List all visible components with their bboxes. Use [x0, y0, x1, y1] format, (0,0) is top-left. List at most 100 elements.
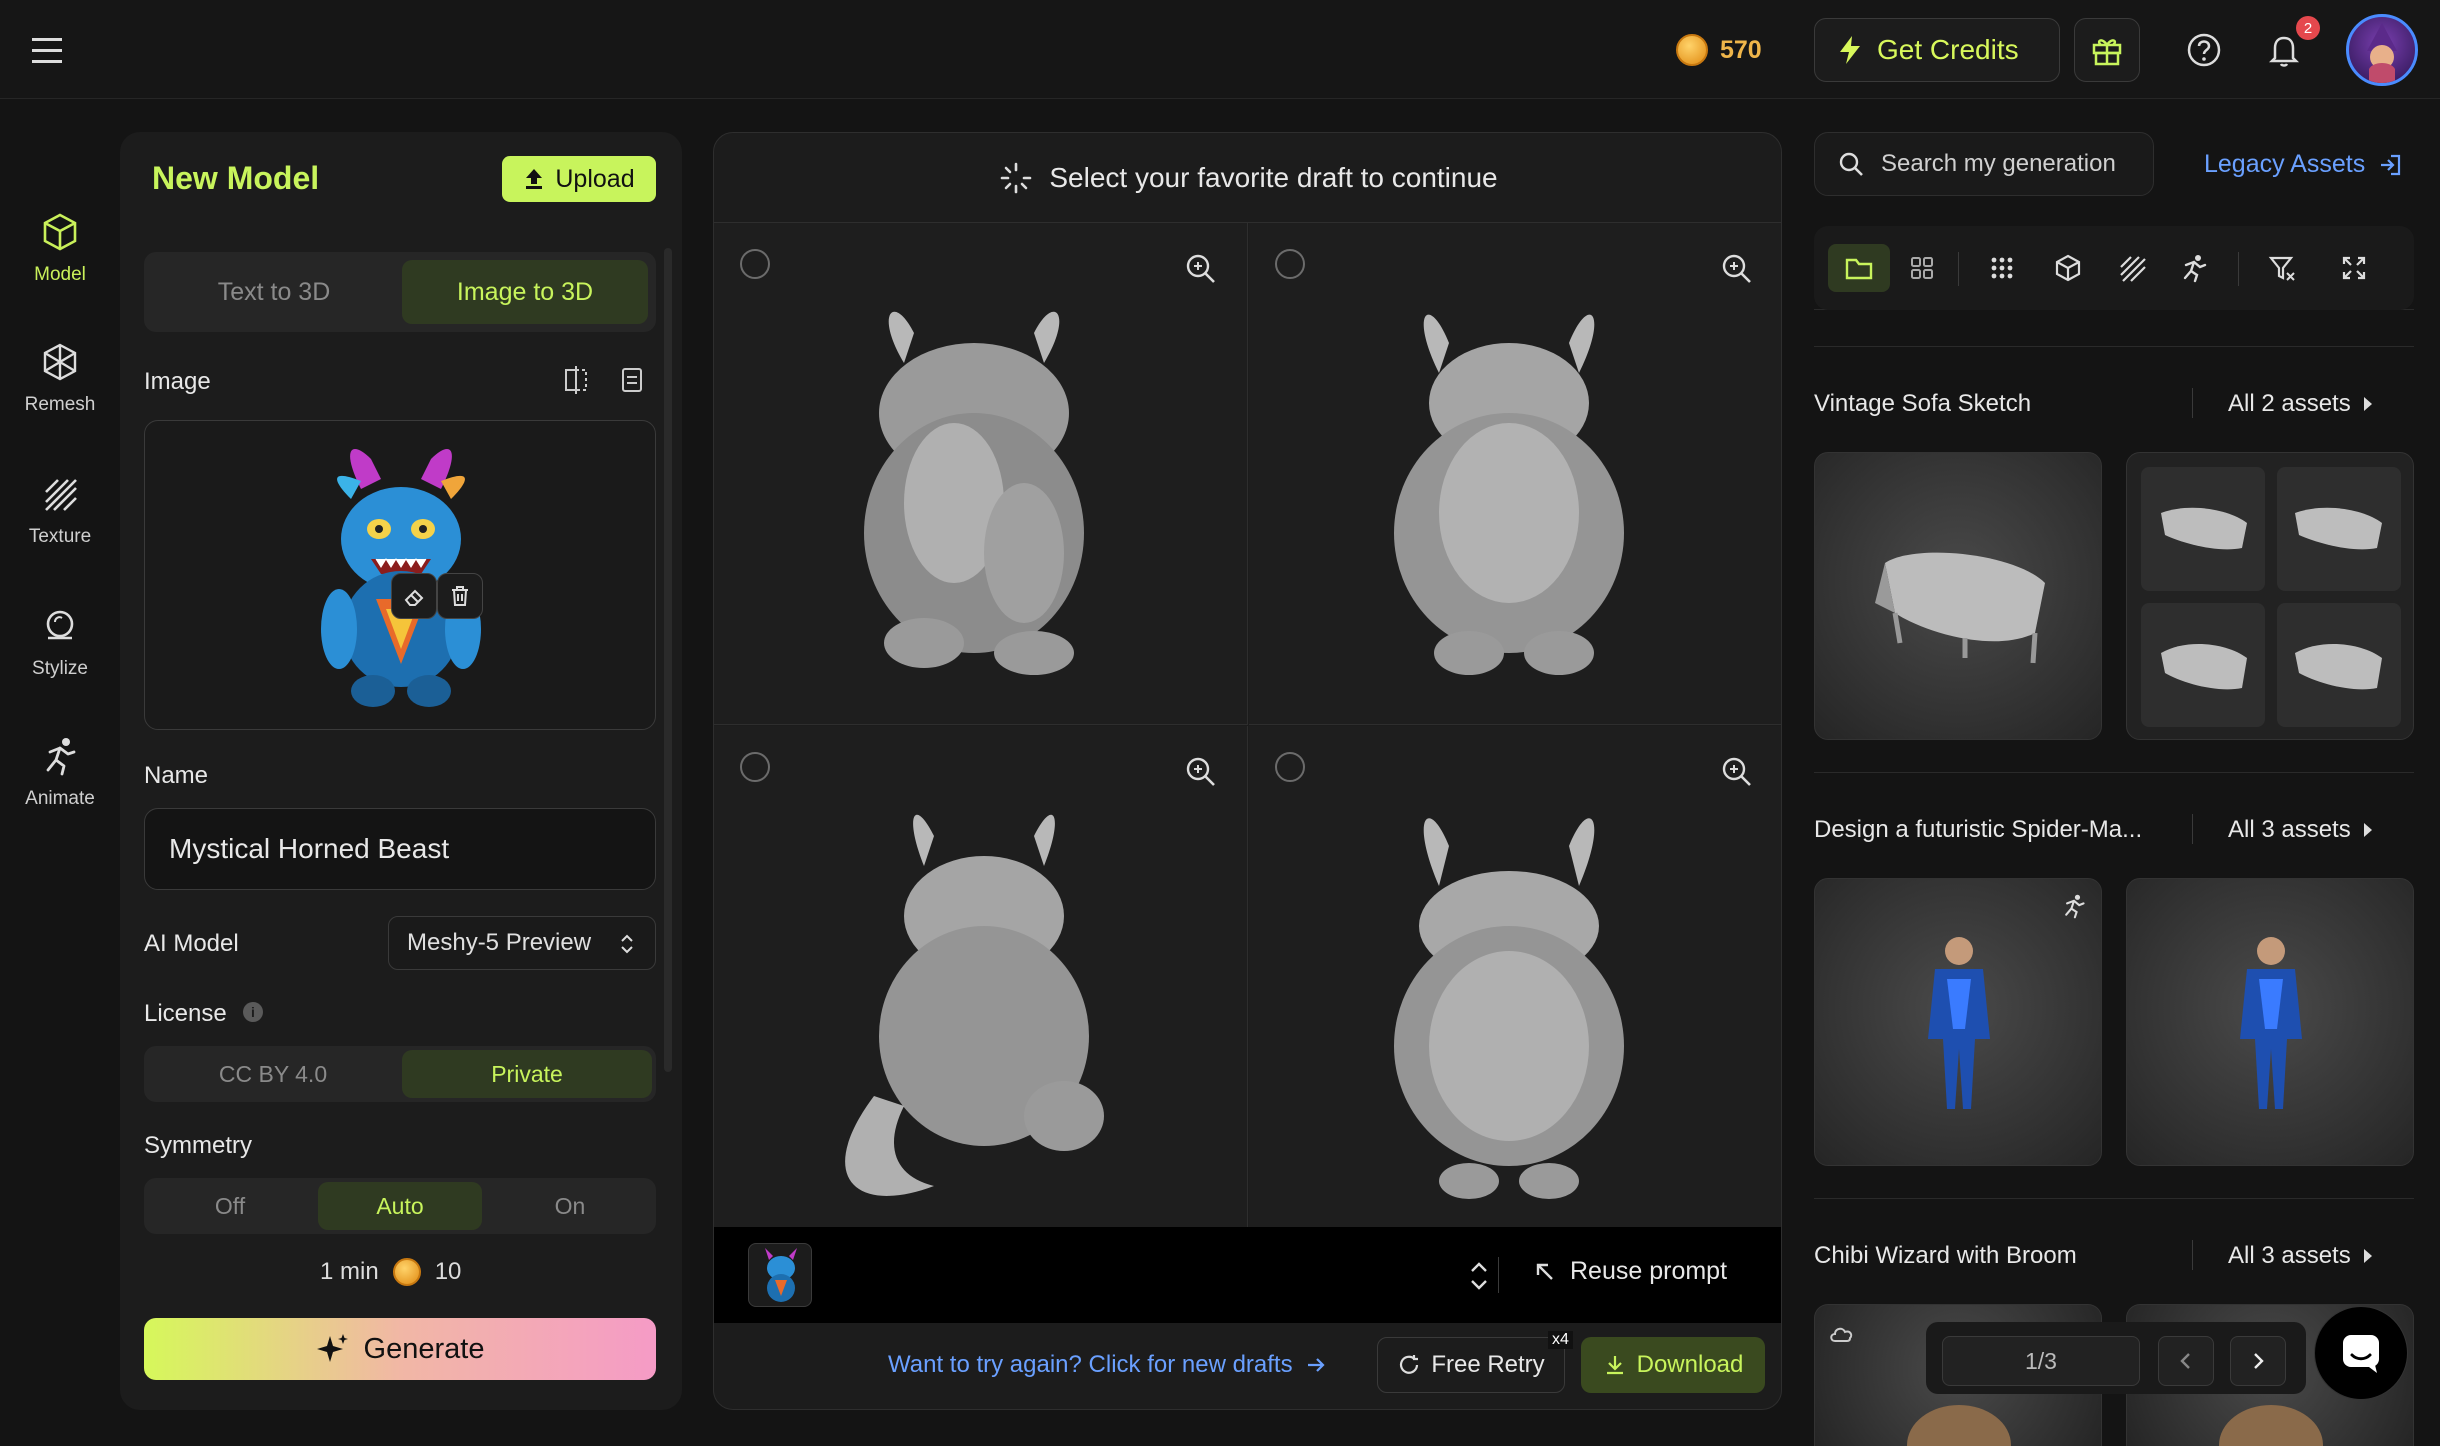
upload-button[interactable]: Upload: [502, 156, 656, 202]
avatar[interactable]: [2346, 14, 2418, 86]
chevron-updown-icon[interactable]: [1466, 1259, 1492, 1293]
exit-icon: [2381, 154, 2401, 175]
section-title: Vintage Sofa Sketch: [1814, 390, 2032, 417]
asset-card[interactable]: [1814, 452, 2102, 740]
sparkle-icon: [316, 1334, 348, 1362]
name-label: Name: [144, 762, 209, 789]
draft-radio[interactable]: [740, 249, 770, 279]
divider: [2238, 252, 2239, 286]
asset-card[interactable]: [2126, 452, 2414, 740]
source-image-thumbnail[interactable]: [748, 1243, 812, 1307]
ai-model-label: AI Model: [144, 930, 239, 957]
nav-stylize[interactable]: Stylize: [0, 604, 120, 680]
download-button[interactable]: Download: [1581, 1337, 1765, 1393]
symmetry-on[interactable]: On: [488, 1182, 652, 1230]
animate-filter-button[interactable]: [2170, 244, 2218, 292]
gift-button[interactable]: [2074, 18, 2140, 82]
all-assets-link[interactable]: All 3 assets: [2228, 1242, 2375, 1270]
caret-right-icon: [2363, 397, 2372, 411]
generate-label: Generate: [363, 1332, 485, 1365]
pagination: 1/3: [1926, 1322, 2306, 1394]
tab-image-to-3d[interactable]: Image to 3D: [402, 260, 648, 324]
download-icon: [1606, 1356, 1623, 1375]
zoom-in-icon[interactable]: [1721, 253, 1753, 285]
asset-card[interactable]: [1814, 878, 2102, 1166]
get-credits-button[interactable]: Get Credits: [1814, 18, 2060, 82]
compare-icon[interactable]: [560, 364, 592, 396]
model-filter-button[interactable]: [2044, 244, 2092, 292]
legacy-assets-link[interactable]: Legacy Assets: [2204, 150, 2403, 179]
license-cc-by[interactable]: CC BY 4.0: [148, 1050, 398, 1098]
legacy-assets-label: Legacy Assets: [2204, 150, 2366, 178]
refresh-icon: [1400, 1355, 1419, 1374]
cost-row: 1 min 10: [320, 1258, 461, 1286]
zoom-in-icon[interactable]: [1721, 756, 1753, 788]
trash-icon: [452, 586, 468, 606]
bell-icon[interactable]: [2266, 32, 2302, 68]
folder-icon: [1845, 258, 1873, 280]
nav-texture-label: Texture: [28, 526, 92, 547]
texture-filter-button[interactable]: [2108, 244, 2156, 292]
gift-icon: [2092, 39, 2122, 66]
draft-radio[interactable]: [1275, 249, 1305, 279]
all-assets-link[interactable]: All 3 assets: [2228, 816, 2375, 844]
eraser-icon: [404, 589, 424, 606]
caret-right-icon: [2363, 1249, 2372, 1263]
generate-button[interactable]: Generate: [144, 1318, 656, 1380]
all-assets-link[interactable]: All 2 assets: [2228, 390, 2375, 418]
delete-image-button[interactable]: [437, 573, 483, 619]
draft-header-text: Select your favorite draft to continue: [1049, 161, 1498, 193]
dots-filter-button[interactable]: [1978, 244, 2026, 292]
license-private[interactable]: Private: [402, 1050, 652, 1098]
nav-texture[interactable]: Texture: [0, 472, 120, 548]
new-drafts-label: Want to try again? Click for new drafts: [888, 1351, 1293, 1378]
notification-badge: 2: [2296, 16, 2320, 40]
panel-title: New Model: [152, 160, 320, 196]
draft-cell[interactable]: [714, 726, 1248, 1228]
name-field[interactable]: Mystical Horned Beast: [144, 808, 656, 890]
draft-cell[interactable]: [1249, 223, 1781, 725]
chat-button[interactable]: [2314, 1306, 2408, 1400]
nav-remesh[interactable]: Remesh: [0, 340, 120, 416]
draft-cell[interactable]: [1249, 726, 1781, 1228]
folder-view-button[interactable]: [1828, 244, 1890, 292]
draft-radio[interactable]: [740, 752, 770, 782]
help-icon[interactable]: [2186, 32, 2222, 68]
menu-icon[interactable]: [28, 34, 68, 68]
search-generation-input[interactable]: Search my generation: [1814, 132, 2154, 196]
all-assets-label: All 3 assets: [2228, 816, 2351, 843]
page-indicator[interactable]: 1/3: [1942, 1336, 2140, 1386]
prev-page-button[interactable]: [2158, 1336, 2214, 1386]
draft-cell[interactable]: [714, 223, 1248, 725]
new-drafts-link[interactable]: Want to try again? Click for new drafts: [888, 1351, 1327, 1379]
symmetry-label: Symmetry: [144, 1132, 252, 1159]
tab-text-to-3d[interactable]: Text to 3D: [152, 260, 396, 324]
filter-button[interactable]: [2258, 244, 2306, 292]
retry-count-badge: x4: [1548, 1331, 1573, 1349]
next-page-button[interactable]: [2230, 1336, 2286, 1386]
eraser-button[interactable]: [391, 573, 437, 619]
asset-card[interactable]: [2126, 878, 2414, 1166]
zoom-in-icon[interactable]: [1185, 253, 1217, 285]
symmetry-auto[interactable]: Auto: [318, 1182, 482, 1230]
document-icon[interactable]: [616, 364, 648, 396]
ai-model-select[interactable]: Meshy-5 Preview: [388, 916, 656, 970]
free-retry-button[interactable]: Free Retry: [1377, 1337, 1565, 1393]
symmetry-off[interactable]: Off: [148, 1182, 312, 1230]
panel-scrollbar[interactable]: [664, 248, 672, 1072]
image-preview[interactable]: [144, 420, 656, 730]
zoom-in-icon[interactable]: [1185, 756, 1217, 788]
coin-icon: [1676, 34, 1708, 66]
chevron-left-icon: [2180, 1353, 2190, 1369]
reuse-prompt-button[interactable]: Reuse prompt: [1534, 1257, 1727, 1286]
grid-view-button[interactable]: [1898, 244, 1946, 292]
grid-icon: [1911, 257, 1933, 279]
nav-model[interactable]: Model: [0, 210, 120, 286]
chevron-right-icon: [2254, 1353, 2264, 1369]
draft-radio[interactable]: [1275, 752, 1305, 782]
nav-animate[interactable]: Animate: [0, 734, 120, 810]
expand-button[interactable]: [2330, 244, 2378, 292]
nav-model-label: Model: [34, 264, 86, 285]
info-icon[interactable]: i: [243, 1002, 263, 1022]
spiderman-preview: [1928, 937, 1990, 1109]
